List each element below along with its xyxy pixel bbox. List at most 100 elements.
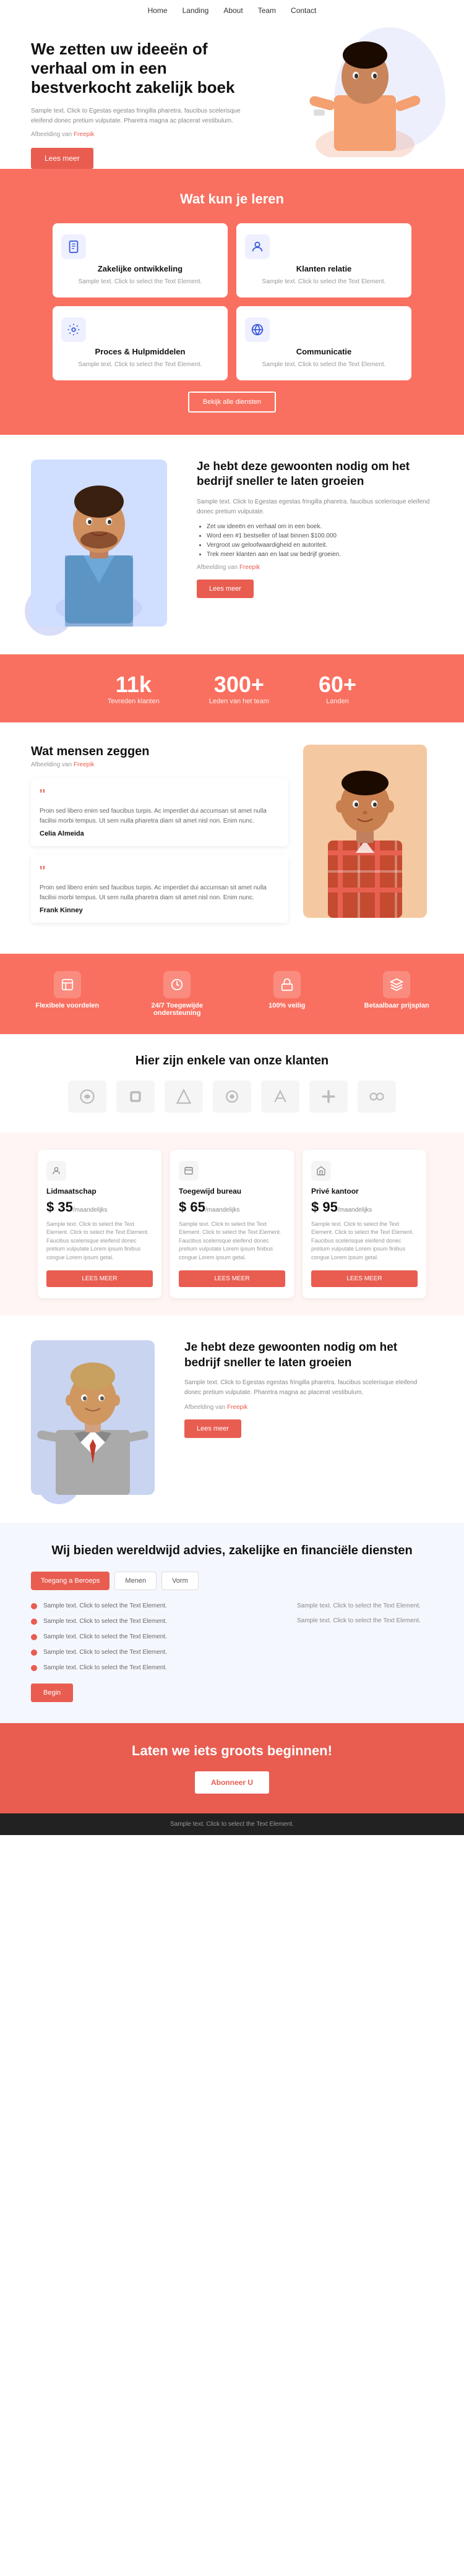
cta-footer-section: Laten we iets groots beginnen! Abonneer … <box>0 1723 464 1813</box>
card-2-body: Sample text. Click to select the Text El… <box>61 360 219 369</box>
world-tab-1[interactable]: Menen <box>114 1572 157 1590</box>
price-card-0-body: Sample text. Click to select the Text El… <box>46 1220 153 1262</box>
stats-section: 11k Tevreden klanten 300+ Leden van het … <box>0 654 464 722</box>
learn-title: Wat kun je leren <box>31 191 433 207</box>
habits1-cta-button[interactable]: Lees meer <box>197 580 254 598</box>
card-0: Zakelijke ontwikkeling Sample text. Clic… <box>53 223 228 297</box>
testimonial-1-text: Proin sed libero enim sed faucibus turpi… <box>40 883 280 903</box>
price-card-1-cta[interactable]: LEES MEER <box>179 1270 285 1287</box>
stat-2: 60+ Landen <box>319 672 356 705</box>
habits1-title: Je hebt deze gewoonten nodig om het bedr… <box>197 460 433 490</box>
hero-image <box>272 21 445 163</box>
habits1-image-container <box>31 460 179 630</box>
card-3-title: Communicatie <box>245 347 403 356</box>
card-1-body: Sample text. Click to select the Text El… <box>245 277 403 286</box>
card-0-title: Zakelijke ontwikkeling <box>61 264 219 273</box>
world-item-4-text: Sample text. Click to select the Text El… <box>43 1663 167 1672</box>
habits2-content: Je hebt deze gewoonten nodig om het bedr… <box>184 1340 433 1438</box>
clients-section: Hier zijn enkele van onze klanten <box>0 1034 464 1132</box>
client-logo-2 <box>165 1080 203 1113</box>
feature-2-label: 100% veilig <box>269 1002 305 1009</box>
world-item-2-text: Sample text. Click to select the Text El… <box>43 1632 167 1641</box>
habits1-section: Je hebt deze gewoonten nodig om het bedr… <box>0 435 464 654</box>
price-card-1: Toegewijd bureau $ 65/maandelijks Sample… <box>170 1150 294 1299</box>
price-card-1-price: $ 65/maandelijks <box>179 1199 285 1215</box>
price-card-1-body: Sample text. Click to select the Text El… <box>179 1220 285 1262</box>
hero-section: We zetten uw ideeën of verhaal om in een… <box>0 21 464 169</box>
testimonials-section: Wat mensen zeggen Afbeelding van Freepik… <box>0 722 464 954</box>
testimonials-person-svg <box>303 745 427 918</box>
price-card-0-period: /maandelijks <box>73 1207 108 1213</box>
price-card-0-title: Lidmaatschap <box>46 1187 153 1196</box>
hero-title: We zetten uw ideeën of verhaal om in een… <box>31 40 241 98</box>
card-2-icon <box>61 317 86 342</box>
world-tab-0[interactable]: Toegang a Beroeps <box>31 1572 110 1590</box>
nav-home[interactable]: Home <box>148 6 168 15</box>
habits2-section: Je hebt deze gewoonten nodig om het bedr… <box>0 1316 464 1523</box>
bottom-text: Sample text. Click to select the Text El… <box>31 1821 433 1828</box>
feature-0-icon <box>54 971 81 998</box>
cta-footer-title: Laten we iets groots beginnen! <box>31 1743 433 1759</box>
stat-1-number: 300+ <box>209 672 269 698</box>
testimonials-content: Wat mensen zeggen Afbeelding van Freepik… <box>31 745 288 931</box>
price-card-2: Privé kantoor $ 95/maandelijks Sample te… <box>303 1150 426 1299</box>
world-item-4: Sample text. Click to select the Text El… <box>31 1663 280 1672</box>
client-logo-0 <box>68 1080 106 1113</box>
world-title: Wij bieden wereldwijd advies, zakelijke … <box>31 1544 433 1558</box>
world-item-2: Sample text. Click to select the Text El… <box>31 1632 280 1641</box>
cta-footer-button[interactable]: Abonneer U <box>195 1771 269 1794</box>
price-card-1-icon <box>179 1161 199 1181</box>
card-0-body: Sample text. Click to select the Text El… <box>61 277 219 286</box>
stat-2-label: Landen <box>319 698 356 705</box>
hero-cta-button[interactable]: Lees meer <box>31 148 93 169</box>
client-logo-1 <box>116 1080 155 1113</box>
card-1-icon <box>245 234 270 259</box>
clients-title: Hier zijn enkele van onze klanten <box>31 1054 433 1068</box>
testimonial-1: " Proin sed libero enim sed faucibus tur… <box>31 855 288 923</box>
bottom-bar: Sample text. Click to select the Text El… <box>0 1813 464 1835</box>
feature-1-icon <box>163 971 191 998</box>
world-item-0-text: Sample text. Click to select the Text El… <box>43 1601 167 1611</box>
habits1-bullets: Zet uw ideeën en verhaal om in een boek.… <box>207 523 433 558</box>
card-3-body: Sample text. Click to select the Text El… <box>245 360 403 369</box>
habits2-image-container <box>31 1340 167 1498</box>
clients-logos-row <box>31 1080 433 1113</box>
price-card-0: Lidmaatschap $ 35/maandelijks Sample tex… <box>38 1150 161 1299</box>
stat-0-number: 11k <box>108 672 160 698</box>
card-1: Klanten relatie Sample text. Click to se… <box>236 223 411 297</box>
world-tab-2[interactable]: Vorm <box>161 1572 199 1590</box>
feature-3: Betaalbaar prijsplan <box>342 971 452 1017</box>
price-card-0-price: $ 35/maandelijks <box>46 1199 153 1215</box>
habits2-cta-button[interactable]: Lees meer <box>184 1419 241 1438</box>
client-logo-6 <box>358 1080 396 1113</box>
testimonials-afbeelding: Afbeelding van Freepik <box>31 761 288 768</box>
features-section: Flexibele voordelen 24/7 Toegewijde onde… <box>0 954 464 1034</box>
nav-contact[interactable]: Contact <box>291 6 316 15</box>
nav-landing[interactable]: Landing <box>183 6 209 15</box>
habits1-person-svg <box>31 460 167 627</box>
world-cta-button[interactable]: Begin <box>31 1684 73 1702</box>
price-card-1-period: /maandelijks <box>205 1207 240 1213</box>
stat-2-number: 60+ <box>319 672 356 698</box>
learn-cta-button[interactable]: Bekijk alle diensten <box>188 392 276 413</box>
world-item-3: Sample text. Click to select the Text El… <box>31 1648 280 1657</box>
habits2-person-svg <box>31 1340 155 1495</box>
navbar: Home Landing About Team Contact <box>0 0 464 21</box>
card-3: Communicatie Sample text. Click to selec… <box>236 306 411 380</box>
feature-3-label: Betaalbaar prijsplan <box>364 1002 429 1009</box>
world-item-3-text: Sample text. Click to select the Text El… <box>43 1648 167 1657</box>
habits1-body: Sample text. Click to Egestas egestas fr… <box>197 497 433 517</box>
nav-about[interactable]: About <box>223 6 243 15</box>
price-card-2-period: /maandelijks <box>338 1207 372 1213</box>
card-2-title: Proces & Hulpmiddelen <box>61 347 219 356</box>
hero-afbeelding: Afbeelding van Freepik <box>31 131 241 138</box>
feature-1-label: 24/7 Toegewijde ondersteuning <box>129 1002 226 1017</box>
nav-team[interactable]: Team <box>258 6 276 15</box>
price-card-2-cta[interactable]: LEES MEER <box>311 1270 418 1287</box>
world-right-text: Sample text. Click to select the Text El… <box>297 1601 433 1702</box>
quote-icon-1: " <box>40 863 280 879</box>
world-item-0: Sample text. Click to select the Text El… <box>31 1601 280 1611</box>
price-card-0-cta[interactable]: LEES MEER <box>46 1270 153 1287</box>
feature-2: 100% veilig <box>232 971 342 1017</box>
habits1-afbeelding: Afbeelding van Freepik <box>197 564 433 571</box>
